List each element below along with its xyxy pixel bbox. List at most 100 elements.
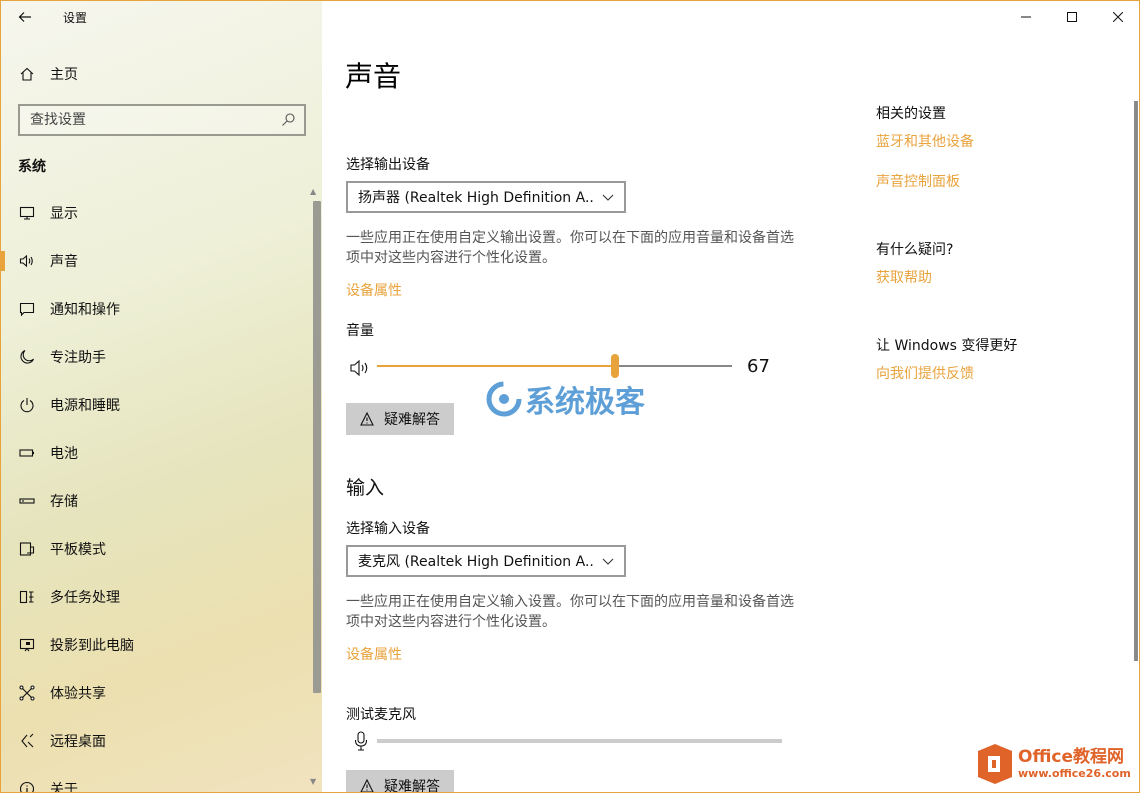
- sidebar-item-shared-experiences[interactable]: 体验共享: [1, 669, 322, 717]
- watermark-office26: Office教程网 www.office26.com: [976, 743, 1131, 785]
- speaker-icon: [19, 253, 35, 269]
- storage-icon: [19, 493, 35, 509]
- watermark-text: 系统极客: [525, 385, 645, 420]
- office-logo-icon: [978, 744, 1012, 784]
- input-troubleshoot-button[interactable]: 疑难解答: [346, 770, 454, 793]
- test-mic-label: 测试麦克风: [346, 707, 416, 723]
- output-device-label: 选择输出设备: [346, 157, 430, 173]
- sidebar-item-display[interactable]: 显示: [1, 189, 322, 237]
- sidebar-item-remote-desktop[interactable]: 远程桌面: [1, 717, 322, 765]
- sidebar-item-label: 远程桌面: [50, 734, 106, 750]
- search-input[interactable]: [30, 112, 270, 128]
- minimize-button[interactable]: [1003, 1, 1049, 33]
- bluetooth-devices-link[interactable]: 蓝牙和其他设备: [876, 131, 974, 151]
- output-troubleshoot-label: 疑难解答: [384, 412, 440, 428]
- input-heading: 输入: [346, 477, 385, 499]
- power-icon: [19, 397, 35, 413]
- search-box[interactable]: [18, 104, 306, 136]
- improve-windows-heading: 让 Windows 变得更好: [876, 338, 1018, 354]
- close-button[interactable]: [1095, 1, 1139, 33]
- output-device-value: 扬声器 (Realtek High Definition A...: [358, 190, 594, 206]
- output-device-dropdown[interactable]: 扬声器 (Realtek High Definition A...: [346, 181, 626, 213]
- home-icon: [19, 66, 35, 82]
- page-title: 声音: [345, 60, 402, 93]
- sidebar-item-label: 平板模式: [50, 542, 106, 558]
- window-controls: [1003, 1, 1139, 33]
- settings-window: 设置 主页 系统 显示 声音 通知: [0, 0, 1140, 793]
- output-device-properties-link[interactable]: 设备属性: [346, 280, 402, 300]
- main-content: 声音 选择输出设备 扬声器 (Realtek High Definition A…: [322, 1, 1139, 793]
- search-icon[interactable]: [280, 112, 296, 128]
- minimize-icon: [1021, 16, 1031, 18]
- volume-icon[interactable]: [350, 359, 372, 377]
- nav-list: 显示 声音 通知和操作 专注助手 电源和睡眠 电池 存储 平板模式 多任务处理 …: [1, 189, 322, 793]
- sidebar-scroll-up[interactable]: ▲: [310, 187, 316, 196]
- titlebar: 设置: [1, 1, 322, 33]
- sound-control-panel-link[interactable]: 声音控制面板: [876, 171, 960, 191]
- project-icon: [19, 637, 35, 653]
- input-device-value: 麦克风 (Realtek High Definition A...: [358, 554, 594, 570]
- output-description: 一些应用正在使用自定义输出设置。你可以在下面的应用音量和设备首选项中对这些内容进…: [346, 230, 794, 266]
- sidebar-item-power-sleep[interactable]: 电源和睡眠: [1, 381, 322, 429]
- mic-level-bar: [377, 739, 782, 743]
- microphone-icon: [354, 731, 368, 751]
- chevron-down-icon: [602, 558, 614, 565]
- sidebar-item-battery[interactable]: 电池: [1, 429, 322, 477]
- main-scrollbar[interactable]: [1134, 101, 1138, 661]
- input-device-dropdown[interactable]: 麦克风 (Realtek High Definition A...: [346, 545, 626, 577]
- section-header-system: 系统: [18, 159, 46, 175]
- volume-slider-fill: [377, 365, 615, 367]
- watermark-line2: www.office26.com: [1018, 767, 1131, 780]
- maximize-icon: [1067, 12, 1077, 22]
- close-icon: [1113, 12, 1123, 22]
- back-button[interactable]: [1, 1, 49, 33]
- sidebar-item-focus-assist[interactable]: 专注助手: [1, 333, 322, 381]
- tablet-icon: [19, 541, 35, 557]
- sidebar-item-multitasking[interactable]: 多任务处理: [1, 573, 322, 621]
- sidebar-item-project-to-pc[interactable]: 投影到此电脑: [1, 621, 322, 669]
- input-troubleshoot-label: 疑难解答: [384, 779, 440, 793]
- info-icon: [19, 781, 35, 792]
- warning-icon: [360, 779, 374, 792]
- input-device-properties-link[interactable]: 设备属性: [346, 644, 402, 664]
- feedback-link[interactable]: 向我们提供反馈: [876, 363, 974, 383]
- moon-icon: [19, 349, 35, 365]
- related-settings-heading: 相关的设置: [876, 106, 946, 122]
- volume-label: 音量: [346, 323, 374, 339]
- volume-slider[interactable]: [377, 354, 732, 378]
- sidebar-item-label: 专注助手: [50, 350, 106, 366]
- sidebar-item-label: 显示: [50, 206, 78, 222]
- output-troubleshoot-button[interactable]: 疑难解答: [346, 403, 454, 435]
- back-arrow-icon: [18, 12, 31, 22]
- sidebar-item-label: 多任务处理: [50, 590, 120, 606]
- monitor-icon: [19, 205, 35, 221]
- sidebar: 设置 主页 系统 显示 声音 通知: [1, 1, 322, 793]
- chevron-down-icon: [602, 194, 614, 201]
- get-help-link[interactable]: 获取帮助: [876, 267, 932, 287]
- notification-icon: [19, 301, 35, 317]
- sidebar-scroll-down[interactable]: ▼: [310, 777, 316, 786]
- remote-icon: [19, 733, 35, 749]
- sidebar-item-sound[interactable]: 声音: [1, 237, 322, 285]
- maximize-button[interactable]: [1049, 1, 1095, 33]
- sidebar-item-label: 通知和操作: [50, 302, 120, 318]
- sidebar-item-label: 存储: [50, 494, 78, 510]
- sidebar-item-label: 电源和睡眠: [50, 398, 120, 414]
- sidebar-item-label: 关于: [50, 782, 78, 793]
- sidebar-item-storage[interactable]: 存储: [1, 477, 322, 525]
- watermark-xitongjike: 系统极客: [485, 377, 645, 421]
- sidebar-item-label: 声音: [50, 254, 78, 270]
- sidebar-item-tablet-mode[interactable]: 平板模式: [1, 525, 322, 573]
- home-label: 主页: [50, 67, 78, 83]
- battery-icon: [19, 445, 35, 461]
- sidebar-item-notifications[interactable]: 通知和操作: [1, 285, 322, 333]
- input-device-label: 选择输入设备: [346, 521, 430, 537]
- sidebar-item-label: 体验共享: [50, 686, 106, 702]
- watermark-line1: Office教程网: [1018, 747, 1125, 767]
- volume-slider-thumb[interactable]: [611, 354, 619, 378]
- share-icon: [19, 685, 35, 701]
- sidebar-item-about[interactable]: 关于: [1, 765, 322, 793]
- warning-icon: [360, 412, 374, 426]
- nav-home[interactable]: 主页: [1, 57, 322, 91]
- sidebar-scrollbar[interactable]: [313, 201, 321, 693]
